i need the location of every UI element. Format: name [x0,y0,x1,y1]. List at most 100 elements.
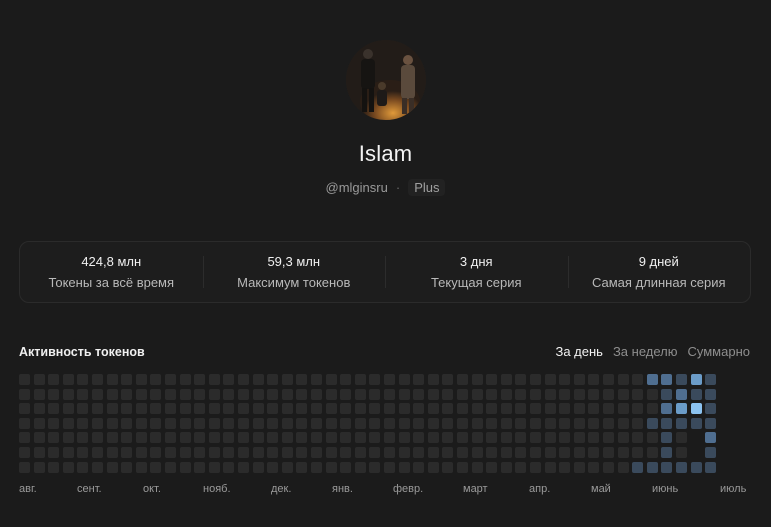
heatmap-cell[interactable] [676,403,687,415]
heatmap-cell[interactable] [617,417,629,429]
heatmap-cell[interactable] [661,388,673,400]
heatmap-cell[interactable] [77,447,89,458]
heatmap-cell[interactable] [573,403,585,415]
heatmap-cell[interactable] [238,374,249,385]
heatmap-cell[interactable] [486,388,498,400]
heatmap-cell[interactable] [676,388,687,400]
heatmap-cell[interactable] [603,374,614,385]
heatmap-cell[interactable] [340,388,352,400]
heatmap-cell[interactable] [369,374,381,385]
heatmap-cell[interactable] [92,432,103,444]
heatmap-cell[interactable] [661,447,673,458]
heatmap-cell[interactable] [106,403,118,415]
heatmap-cell[interactable] [515,447,527,458]
heatmap-cell[interactable] [106,417,118,429]
heatmap-cell[interactable] [296,461,308,473]
heatmap-cell[interactable] [661,461,673,473]
heatmap-cell[interactable] [135,447,147,458]
heatmap-cell[interactable] [588,432,600,444]
heatmap-cell[interactable] [238,432,249,444]
heatmap-cell[interactable] [603,417,614,429]
heatmap-cell[interactable] [238,461,249,473]
heatmap-cell[interactable] [676,432,687,444]
heatmap-cell[interactable] [603,388,614,400]
heatmap-cell[interactable] [559,388,571,400]
heatmap-cell[interactable] [500,461,512,473]
heatmap-cell[interactable] [384,374,395,385]
heatmap-cell[interactable] [62,403,74,415]
heatmap-cell[interactable] [311,461,322,473]
heatmap-cell[interactable] [62,374,74,385]
heatmap-cell[interactable] [617,403,629,415]
heatmap-cell[interactable] [150,388,162,400]
heatmap-cell[interactable] [77,374,89,385]
heatmap-cell[interactable] [150,447,162,458]
heatmap-cell[interactable] [457,432,468,444]
heatmap-cell[interactable] [530,403,541,415]
heatmap-cell[interactable] [369,461,381,473]
heatmap-cell[interactable] [238,417,249,429]
heatmap-cell[interactable] [661,432,673,444]
heatmap-cell[interactable] [296,432,308,444]
heatmap-cell[interactable] [223,447,235,458]
heatmap-cell[interactable] [354,417,366,429]
heatmap-cell[interactable] [384,461,395,473]
heatmap-cell[interactable] [325,417,337,429]
heatmap-cell[interactable] [106,432,118,444]
heatmap-cell[interactable] [267,461,279,473]
heatmap-cell[interactable] [325,374,337,385]
heatmap-cell[interactable] [530,417,541,429]
heatmap-cell[interactable] [150,374,162,385]
heatmap-cell[interactable] [384,417,395,429]
heatmap-cell[interactable] [384,403,395,415]
heatmap-cell[interactable] [427,447,439,458]
heatmap-cell[interactable] [325,447,337,458]
heatmap-cell[interactable] [48,417,60,429]
heatmap-cell[interactable] [179,388,191,400]
heatmap-cell[interactable] [135,461,147,473]
heatmap-cell[interactable] [398,403,410,415]
heatmap-cell[interactable] [646,447,658,458]
heatmap-cell[interactable] [354,461,366,473]
heatmap-cell[interactable] [92,461,103,473]
heatmap-cell[interactable] [530,374,541,385]
heatmap-cell[interactable] [179,432,191,444]
tab-cumulative[interactable]: Суммарно [688,344,751,359]
heatmap-cell[interactable] [340,403,352,415]
heatmap-cell[interactable] [632,417,644,429]
heatmap-cell[interactable] [676,447,687,458]
heatmap-cell[interactable] [559,374,571,385]
heatmap-cell[interactable] [369,388,381,400]
heatmap-cell[interactable] [442,461,454,473]
heatmap-cell[interactable] [530,432,541,444]
heatmap-cell[interactable] [150,432,162,444]
heatmap-cell[interactable] [369,417,381,429]
heatmap-cell[interactable] [33,388,45,400]
heatmap-cell[interactable] [442,432,454,444]
heatmap-cell[interactable] [267,447,279,458]
heatmap-cell[interactable] [223,374,235,385]
heatmap-cell[interactable] [121,374,133,385]
heatmap-cell[interactable] [77,432,89,444]
heatmap-cell[interactable] [296,447,308,458]
heatmap-cell[interactable] [646,417,658,429]
heatmap-cell[interactable] [676,374,687,385]
heatmap-cell[interactable] [48,432,60,444]
heatmap-cell[interactable] [121,417,133,429]
heatmap-cell[interactable] [281,403,293,415]
heatmap-cell[interactable] [92,388,103,400]
heatmap-cell[interactable] [427,403,439,415]
heatmap-cell[interactable] [486,403,498,415]
heatmap-cell[interactable] [281,374,293,385]
heatmap-cell[interactable] [106,461,118,473]
heatmap-cell[interactable] [559,403,571,415]
heatmap-cell[interactable] [515,374,527,385]
heatmap-cell[interactable] [384,447,395,458]
heatmap-cell[interactable] [442,374,454,385]
heatmap-cell[interactable] [106,388,118,400]
heatmap-cell[interactable] [135,388,147,400]
heatmap-cell[interactable] [194,374,206,385]
heatmap-cell[interactable] [632,447,644,458]
heatmap-cell[interactable] [544,417,556,429]
heatmap-cell[interactable] [500,447,512,458]
